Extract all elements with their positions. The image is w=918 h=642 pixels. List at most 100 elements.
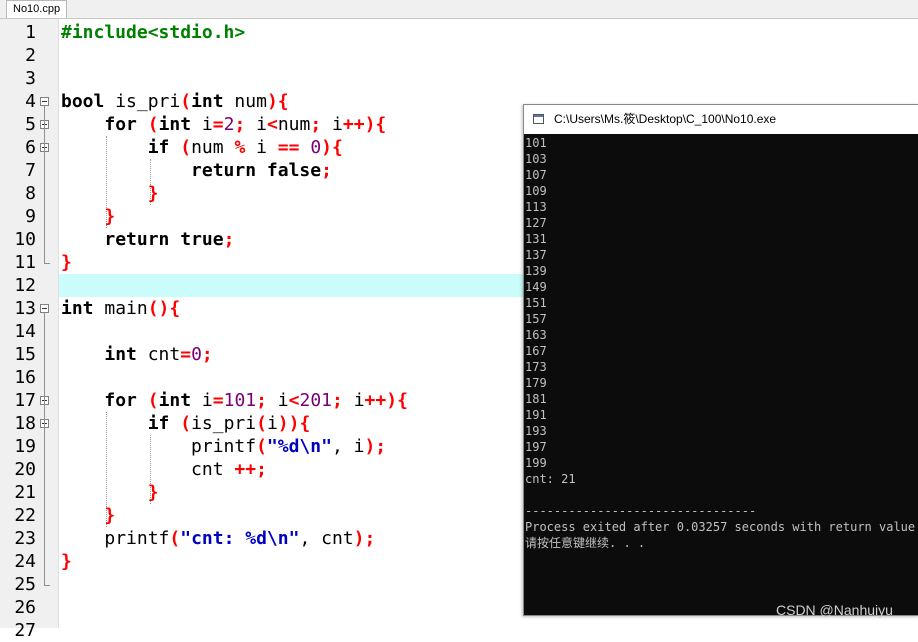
line-number: 7 [25, 160, 36, 181]
identifier: main [93, 298, 148, 319]
tab-bar: No10.cpp [0, 0, 918, 19]
code-line-23: printf("cnt: %d\n", cnt); [61, 527, 375, 550]
console-window[interactable]: C:\Users\Ms.筱\Desktop\C_100\No10.exe 101… [523, 104, 918, 616]
operator: % [234, 137, 246, 158]
line-number: 14 [14, 321, 36, 342]
console-title: C:\Users\Ms.筱\Desktop\C_100\No10.exe [554, 112, 777, 126]
line-number: 8 [25, 183, 36, 204]
line-number: 10 [14, 229, 36, 250]
keyword: false [266, 160, 322, 181]
console-line: 113 [525, 200, 547, 214]
code-line-1: #include<stdio.h> [61, 21, 245, 44]
operator: ; [332, 390, 343, 411]
line-number: 13 [14, 298, 36, 319]
number: 0 [191, 344, 202, 365]
line-number: 15 [14, 344, 36, 365]
string-literal: "%d\n" [266, 436, 332, 457]
operator: ){ [266, 91, 289, 112]
identifier: i [266, 413, 278, 434]
identifier: printf [104, 528, 170, 549]
console-line: 101 [525, 136, 547, 150]
operator: < [266, 114, 278, 135]
console-app-icon [533, 114, 544, 124]
keyword: int [61, 298, 94, 319]
fold-collapse-icon[interactable] [40, 97, 49, 106]
watermark: CSDN @Nanhuiyu [776, 602, 893, 618]
number: 2 [223, 114, 235, 135]
keyword: bool [61, 91, 105, 112]
operator: ; [256, 390, 267, 411]
operator: = [212, 390, 224, 411]
code-line-24: } [61, 550, 72, 573]
operator: )){ [277, 413, 311, 434]
operator: ){ [321, 137, 343, 158]
line-number: 9 [25, 206, 36, 227]
keyword: for [104, 114, 137, 135]
operator: ++; [234, 459, 267, 480]
line-number: 2 [25, 45, 36, 66]
console-title-bar[interactable]: C:\Users\Ms.筱\Desktop\C_100\No10.exe [524, 105, 918, 134]
code-line-5: for (int i=2; i<num; i++){ [61, 113, 386, 136]
identifier: num [191, 137, 235, 158]
code-line-8: } [61, 182, 159, 205]
console-line: 149 [525, 280, 547, 294]
line-number: 21 [14, 482, 36, 503]
operator: ++ [342, 114, 365, 135]
code-line-20: cnt ++; [61, 458, 267, 481]
console-line: 197 [525, 440, 547, 454]
code-line-17: for (int i=101; i<201; i++){ [61, 389, 408, 412]
fold-collapse-icon[interactable] [40, 304, 49, 313]
console-line: cnt: 21 [525, 472, 576, 486]
console-line: 151 [525, 296, 547, 310]
identifier: , cnt [299, 528, 354, 549]
line-number: 6 [25, 137, 36, 158]
console-line: 167 [525, 344, 547, 358]
code-line-10: return true; [61, 228, 234, 251]
console-line: 131 [525, 232, 547, 246]
number: 101 [223, 390, 257, 411]
code-line-22: } [61, 504, 115, 527]
closing-brace: } [104, 505, 116, 526]
line-number: 26 [14, 597, 36, 618]
number: 201 [299, 390, 333, 411]
operator: ( [180, 413, 192, 434]
code-line-19: printf("%d\n", i); [61, 435, 386, 458]
tab-no10-cpp[interactable]: No10.cpp [6, 0, 68, 18]
number: 0 [310, 137, 322, 158]
operator: ( [147, 114, 159, 135]
console-line: 请按任意键继续. . . [525, 536, 646, 550]
preprocessor-directive: #include<stdio.h> [61, 22, 246, 43]
identifier: num [223, 91, 267, 112]
console-line: 173 [525, 360, 547, 374]
identifier: cnt [191, 459, 235, 480]
operator: ( [180, 137, 192, 158]
console-line: 181 [525, 392, 547, 406]
identifier: i [245, 137, 278, 158]
console-line: 163 [525, 328, 547, 342]
operator: < [288, 390, 300, 411]
fold-line [44, 106, 45, 263]
code-line-21: } [61, 481, 159, 504]
line-number: 24 [14, 551, 36, 572]
line-number: 18 [14, 413, 36, 434]
line-number: 19 [14, 436, 36, 457]
line-number: 5 [25, 114, 36, 135]
keyword: if [147, 137, 170, 158]
operator: ( [256, 413, 267, 434]
identifier: , i [331, 436, 365, 457]
console-line: 103 [525, 152, 547, 166]
operator: ; [321, 160, 332, 181]
code-line-6: if (num % i == 0){ [61, 136, 343, 159]
identifier: i [245, 114, 267, 135]
line-number: 23 [14, 528, 36, 549]
identifier: is_pri [104, 91, 181, 112]
operator: = [212, 114, 224, 135]
code-line-13: int main(){ [61, 297, 180, 320]
identifier: i [342, 390, 365, 411]
operator: ){ [364, 114, 387, 135]
line-number-gutter: 1 2 3 4 5 6 7 8 9 10 11 12 13 14 15 16 1… [0, 19, 59, 641]
closing-brace: } [104, 206, 116, 227]
